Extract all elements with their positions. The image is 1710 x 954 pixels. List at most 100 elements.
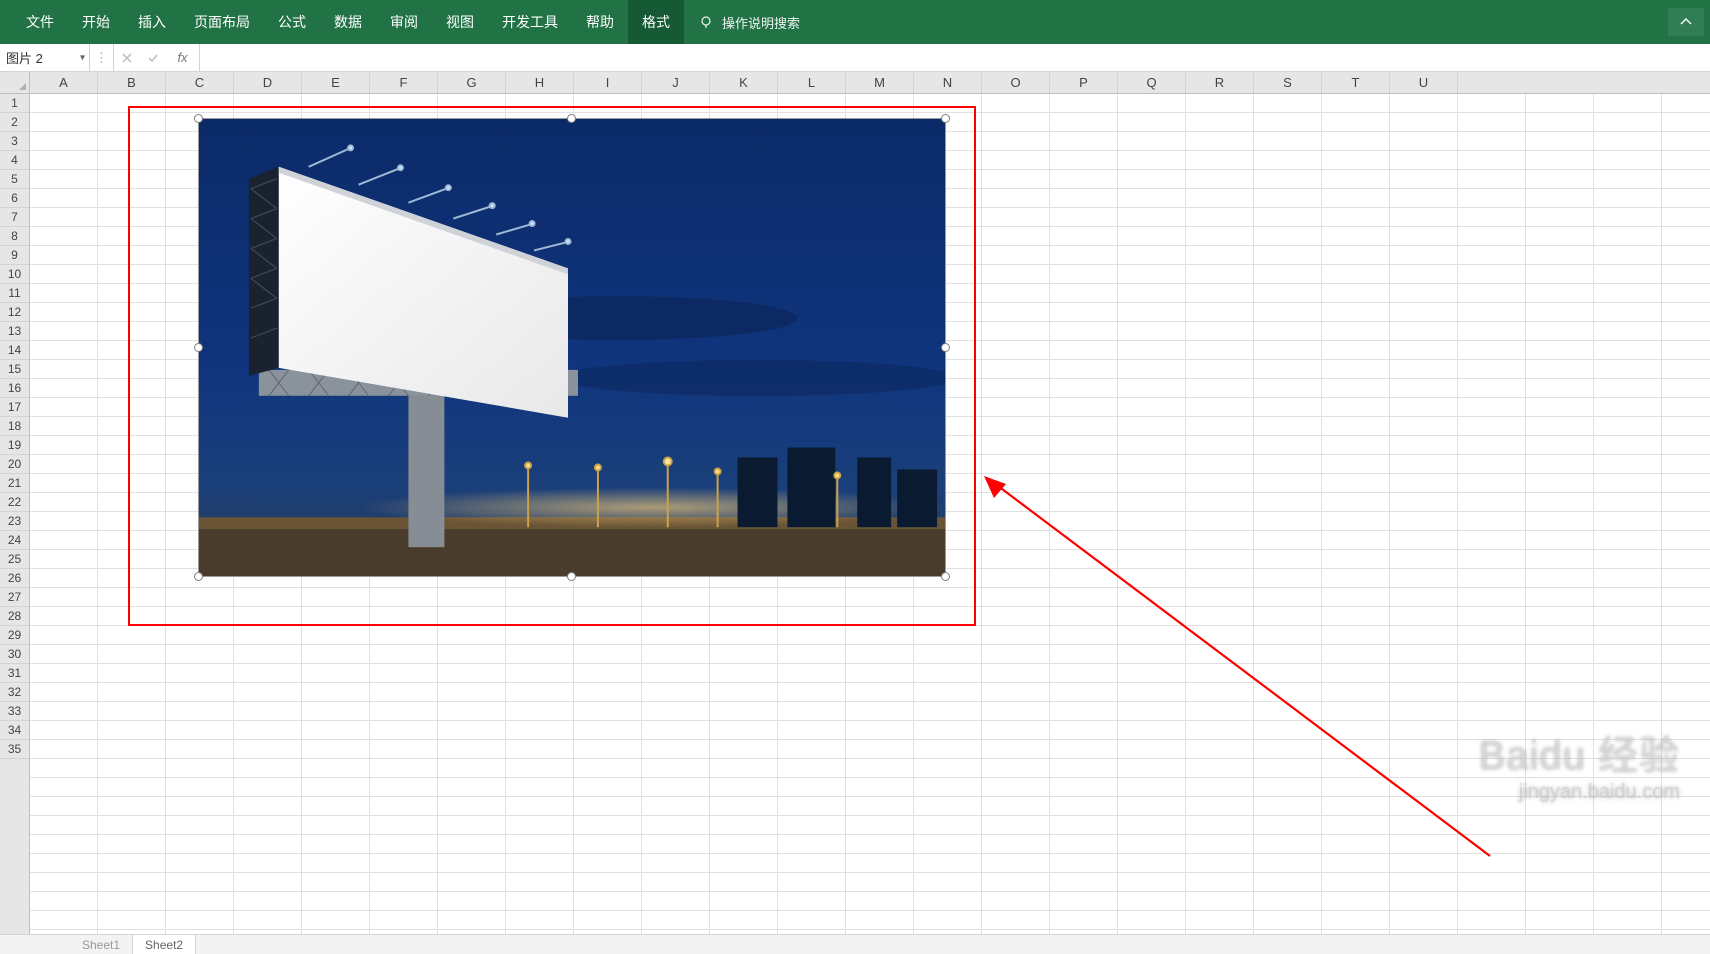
row-header[interactable]: 22 — [0, 493, 29, 512]
row-header[interactable]: 28 — [0, 607, 29, 626]
tab-home[interactable]: 开始 — [68, 0, 124, 44]
row-header[interactable]: 26 — [0, 569, 29, 588]
row-header[interactable]: 25 — [0, 550, 29, 569]
col-header[interactable]: H — [506, 72, 574, 93]
tab-page-layout[interactable]: 页面布局 — [180, 0, 264, 44]
col-header[interactable]: J — [642, 72, 710, 93]
row-header[interactable]: 12 — [0, 303, 29, 322]
col-header[interactable]: S — [1254, 72, 1322, 93]
row-header[interactable]: 32 — [0, 683, 29, 702]
billboard-image-svg — [199, 119, 945, 576]
row-header[interactable]: 2 — [0, 113, 29, 132]
resize-handle-ml[interactable] — [194, 343, 203, 352]
resize-handle-tl[interactable] — [194, 114, 203, 123]
row-header[interactable]: 4 — [0, 151, 29, 170]
formula-cancel-button[interactable] — [114, 44, 140, 71]
row-header[interactable]: 1 — [0, 94, 29, 113]
name-box[interactable]: 图片 2 ▾ — [0, 44, 90, 71]
resize-handle-bl[interactable] — [194, 572, 203, 581]
col-header[interactable]: N — [914, 72, 982, 93]
col-header[interactable]: R — [1186, 72, 1254, 93]
col-header[interactable]: M — [846, 72, 914, 93]
col-header[interactable]: G — [438, 72, 506, 93]
ribbon: 文件 开始 插入 页面布局 公式 数据 审阅 视图 开发工具 帮助 格式 操作说… — [0, 0, 1710, 44]
row-header[interactable]: 17 — [0, 398, 29, 417]
fx-divider: ⋮ — [90, 44, 114, 71]
row-header[interactable]: 6 — [0, 189, 29, 208]
row-header[interactable]: 19 — [0, 436, 29, 455]
tab-formulas[interactable]: 公式 — [264, 0, 320, 44]
ribbon-collapse-button[interactable] — [1668, 8, 1704, 36]
row-header[interactable]: 13 — [0, 322, 29, 341]
sheet-tab[interactable]: Sheet1 — [70, 935, 133, 954]
tab-help[interactable]: 帮助 — [572, 0, 628, 44]
name-box-value: 图片 2 — [6, 48, 43, 67]
sheet-tab-active[interactable]: Sheet2 — [133, 935, 196, 954]
row-header[interactable]: 7 — [0, 208, 29, 227]
col-header[interactable]: I — [574, 72, 642, 93]
row-header[interactable]: 33 — [0, 702, 29, 721]
row-header[interactable]: 21 — [0, 474, 29, 493]
select-all-corner[interactable] — [0, 72, 30, 93]
row-header[interactable]: 34 — [0, 721, 29, 740]
tab-developer[interactable]: 开发工具 — [488, 0, 572, 44]
row-header[interactable]: 31 — [0, 664, 29, 683]
watermark: Baidu 经验 jingyan.baidu.com — [1479, 723, 1680, 804]
row-header[interactable]: 35 — [0, 740, 29, 759]
row-header[interactable]: 18 — [0, 417, 29, 436]
row-header[interactable]: 5 — [0, 170, 29, 189]
row-header[interactable]: 23 — [0, 512, 29, 531]
col-header[interactable]: B — [98, 72, 166, 93]
tab-insert[interactable]: 插入 — [124, 0, 180, 44]
col-header[interactable]: C — [166, 72, 234, 93]
tab-picture-format[interactable]: 格式 — [628, 0, 684, 44]
resize-handle-mr[interactable] — [941, 343, 950, 352]
row-header[interactable]: 30 — [0, 645, 29, 664]
tell-me-search[interactable]: 操作说明搜索 — [698, 13, 800, 32]
col-header[interactable]: P — [1050, 72, 1118, 93]
col-header[interactable]: U — [1390, 72, 1458, 93]
row-header[interactable]: 24 — [0, 531, 29, 550]
col-header[interactable]: O — [982, 72, 1050, 93]
resize-handle-tr[interactable] — [941, 114, 950, 123]
row-header[interactable]: 15 — [0, 360, 29, 379]
tab-file[interactable]: 文件 — [12, 0, 68, 44]
fx-label[interactable]: fx — [166, 44, 200, 71]
row-header[interactable]: 27 — [0, 588, 29, 607]
row-header[interactable]: 14 — [0, 341, 29, 360]
resize-handle-tm[interactable] — [567, 114, 576, 123]
col-header[interactable]: Q — [1118, 72, 1186, 93]
row-header[interactable]: 3 — [0, 132, 29, 151]
watermark-sub: jingyan.baidu.com — [1479, 781, 1680, 804]
annotation-arrow — [980, 474, 1500, 864]
col-header[interactable]: A — [30, 72, 98, 93]
row-header[interactable]: 10 — [0, 265, 29, 284]
row-header[interactable]: 16 — [0, 379, 29, 398]
tab-review[interactable]: 审阅 — [376, 0, 432, 44]
cell-grid[interactable]: Baidu 经验 jingyan.baidu.com — [30, 94, 1710, 954]
col-header[interactable]: D — [234, 72, 302, 93]
row-header[interactable]: 9 — [0, 246, 29, 265]
row-headers: 1234567891011121314151617181920212223242… — [0, 94, 30, 954]
formula-input[interactable] — [200, 44, 1710, 71]
resize-handle-bm[interactable] — [567, 572, 576, 581]
tab-view[interactable]: 视图 — [432, 0, 488, 44]
row-header[interactable]: 8 — [0, 227, 29, 246]
name-box-dropdown-icon[interactable]: ▾ — [80, 52, 85, 63]
tab-data[interactable]: 数据 — [320, 0, 376, 44]
resize-handle-br[interactable] — [941, 572, 950, 581]
col-header[interactable]: L — [778, 72, 846, 93]
row-header[interactable]: 20 — [0, 455, 29, 474]
row-header[interactable]: 11 — [0, 284, 29, 303]
formula-confirm-button[interactable] — [140, 44, 166, 71]
col-header[interactable]: K — [710, 72, 778, 93]
col-header[interactable]: E — [302, 72, 370, 93]
sheet-tabs-bar: Sheet1 Sheet2 — [0, 934, 1710, 954]
tell-me-label: 操作说明搜索 — [722, 13, 800, 32]
spreadsheet-area: A B C D E F G H I J K L M N O P Q R S T … — [0, 72, 1710, 954]
column-headers: A B C D E F G H I J K L M N O P Q R S T … — [0, 72, 1710, 94]
col-header[interactable]: F — [370, 72, 438, 93]
row-header[interactable]: 29 — [0, 626, 29, 645]
col-header[interactable]: T — [1322, 72, 1390, 93]
inserted-picture[interactable] — [198, 118, 946, 577]
